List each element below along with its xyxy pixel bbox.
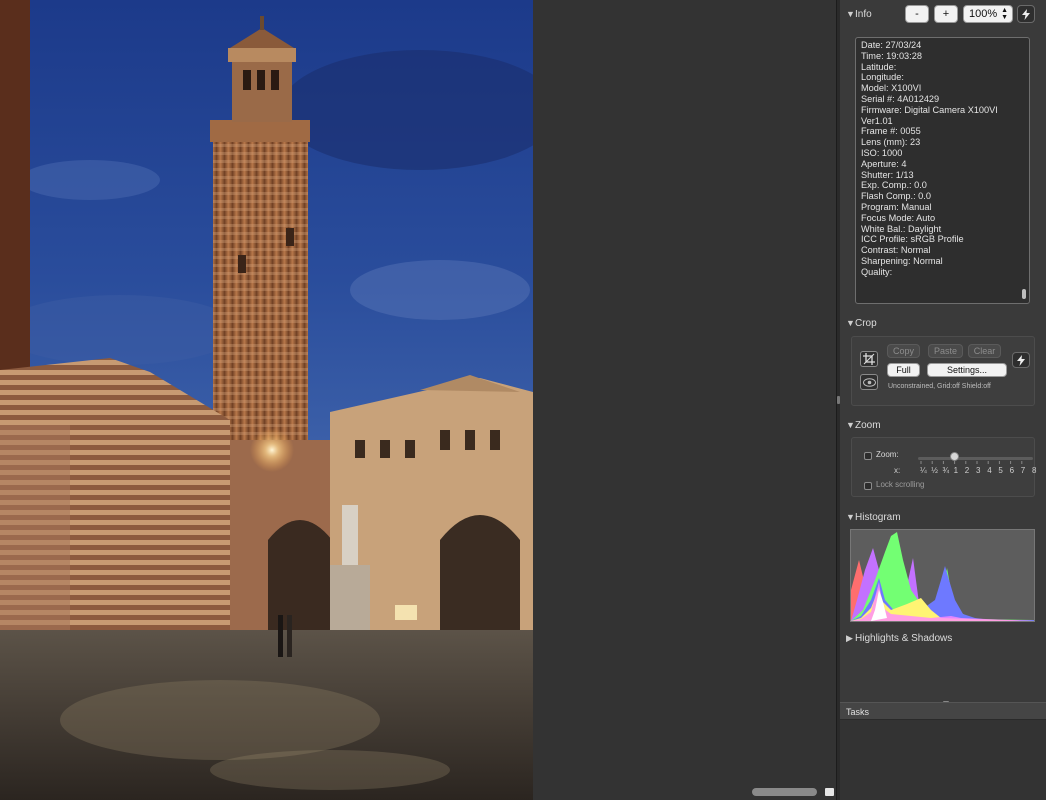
lock-scrolling-checkbox[interactable]: [864, 482, 872, 490]
info-scrollbar[interactable]: [1021, 40, 1027, 301]
zoom-out-button[interactable]: -: [905, 5, 929, 23]
zoom-label: Zoom:: [876, 450, 899, 459]
crop-full-button[interactable]: Full: [887, 363, 920, 377]
exif-info-line: Quality:: [861, 266, 893, 277]
exif-info-line: Latitude:: [861, 61, 897, 72]
zoom-scale-label[interactable]: 8: [1032, 466, 1036, 475]
zoom-slider-track[interactable]: [918, 457, 1033, 460]
zoom-section-title: Zoom: [855, 420, 881, 431]
exif-info-line: ISO: 1000: [861, 147, 903, 158]
zoom-level-select[interactable]: 100% ▲ ▼: [963, 5, 1013, 23]
zoom-scale-label[interactable]: 4: [987, 466, 991, 475]
info-scrollbar-thumb[interactable]: [1022, 289, 1026, 299]
crop-tool-button[interactable]: [860, 351, 878, 367]
crop-view-button[interactable]: [860, 374, 878, 390]
zoom-slider-ticks: [920, 461, 1023, 464]
histogram-graph: [850, 529, 1035, 622]
exif-info-line: Model: X100VI: [861, 83, 922, 94]
crop-auto-button[interactable]: [1012, 352, 1030, 368]
exif-info-lines: Date: 27/03/24 Time: 19:03:28 Latitude: Lon…: [861, 40, 1021, 278]
triangle-down-icon[interactable]: ▼: [846, 512, 855, 522]
exif-info-line: White Bal.: Daylight: [861, 223, 942, 234]
exif-info-line: Frame #: 0055: [861, 126, 921, 137]
triangle-down-icon[interactable]: ▼: [846, 9, 855, 19]
stepper-arrows-icon[interactable]: ▲ ▼: [1001, 7, 1008, 21]
photo-preview[interactable]: [0, 0, 533, 800]
zoom-scale-label[interactable]: 2: [965, 466, 969, 475]
crop-copy-button[interactable]: Copy: [887, 344, 920, 358]
exif-info-line: Ver1.01: [861, 115, 893, 126]
exif-info-line: Program: Manual: [861, 201, 932, 212]
exif-info-line: Focus Mode: Auto: [861, 212, 936, 223]
histogram-section-title: Histogram: [855, 512, 901, 523]
eye-icon: [862, 377, 876, 387]
crop-status-text: Unconstrained, Grid:off Shield:off: [888, 383, 991, 390]
lock-scrolling-label: Lock scrolling: [876, 480, 925, 489]
highlights-shadows-section-header[interactable]: ▶ Highlights & Shadows: [846, 633, 952, 644]
exif-info-box[interactable]: Date: 27/03/24 Time: 19:03:28 Latitude: Lon…: [855, 37, 1030, 304]
crop-section-header[interactable]: ▼Crop: [846, 318, 877, 329]
zoom-scale-label[interactable]: ¾: [942, 466, 949, 475]
info-section-title: Info: [855, 9, 872, 20]
triangle-down-icon[interactable]: ▼: [846, 420, 855, 430]
horizontal-scrollbar[interactable]: [752, 788, 817, 796]
zoom-scale-label[interactable]: 6: [1010, 466, 1014, 475]
exif-info-line: Flash Comp.: 0.0: [861, 191, 931, 202]
crop-paste-button[interactable]: Paste: [928, 344, 963, 358]
highlights-shadows-section-title: Highlights & Shadows: [855, 633, 953, 644]
lightning-icon: [1017, 354, 1025, 366]
crop-icon: [863, 353, 875, 365]
exif-info-line: Contrast: Normal: [861, 245, 931, 256]
exif-info-line: Firmware: Digital Camera X100VI: [861, 104, 998, 115]
zoom-group: Zoom: x: ¼½¾12345678 Lock scrolling: [851, 437, 1036, 497]
inspector-panel: ▼Info - + 100% ▲ ▼ Date: 27/03/24 Time: 19…: [840, 0, 1046, 800]
zoom-scale-label[interactable]: 5: [998, 466, 1002, 475]
tasks-list[interactable]: [840, 720, 1046, 800]
exif-info-line: Lens (mm): 23: [861, 137, 921, 148]
viewer-corner-toggle[interactable]: [825, 788, 834, 796]
info-auto-button[interactable]: [1017, 5, 1035, 23]
triangle-right-icon[interactable]: ▶: [846, 633, 855, 644]
zoom-x-label: x:: [894, 466, 901, 475]
zoom-level-value: 100%: [969, 8, 998, 20]
triangle-down-icon[interactable]: ▼: [846, 318, 855, 328]
lightning-icon: [1022, 8, 1030, 20]
exif-info-line: Longitude:: [861, 72, 904, 83]
exif-info-line: Time: 19:03:28: [861, 50, 922, 61]
zoom-in-button[interactable]: +: [934, 5, 958, 23]
zoom-checkbox[interactable]: [864, 452, 872, 460]
zoom-scale-label[interactable]: 3: [976, 466, 980, 475]
zoom-scale: x: ¼½¾12345678: [894, 466, 1036, 476]
crop-settings-button[interactable]: Settings...: [927, 363, 1007, 377]
image-viewer[interactable]: [0, 0, 836, 800]
info-section-header[interactable]: ▼Info: [846, 9, 872, 20]
exif-info-line: Sharpening: Normal: [861, 255, 943, 266]
zoom-scale-label[interactable]: 7: [1021, 466, 1025, 475]
zoom-section-header[interactable]: ▼Zoom: [846, 420, 881, 431]
tasks-title: Tasks: [846, 707, 870, 717]
tasks-bar[interactable]: Tasks: [840, 702, 1046, 720]
zoom-scale-label[interactable]: 1: [954, 466, 958, 475]
crop-group: Copy Paste Clear Full Settings... Uncons…: [851, 336, 1035, 406]
exif-info-line: ICC Profile: sRGB Profile: [861, 234, 964, 245]
zoom-scale-label[interactable]: ¼: [920, 466, 927, 475]
crop-section-title: Crop: [855, 318, 877, 329]
histogram-section-header[interactable]: ▼Histogram: [846, 512, 901, 523]
crop-clear-button[interactable]: Clear: [968, 344, 1001, 358]
exif-info-line: Exp. Comp.: 0.0: [861, 180, 927, 191]
exif-info-line: Serial #: 4A012429: [861, 93, 940, 104]
exif-info-line: Aperture: 4: [861, 158, 907, 169]
exif-info-line: Shutter: 1/13: [861, 169, 914, 180]
zoom-scale-label[interactable]: ½: [931, 466, 938, 475]
exif-info-line: Date: 27/03/24: [861, 40, 922, 50]
